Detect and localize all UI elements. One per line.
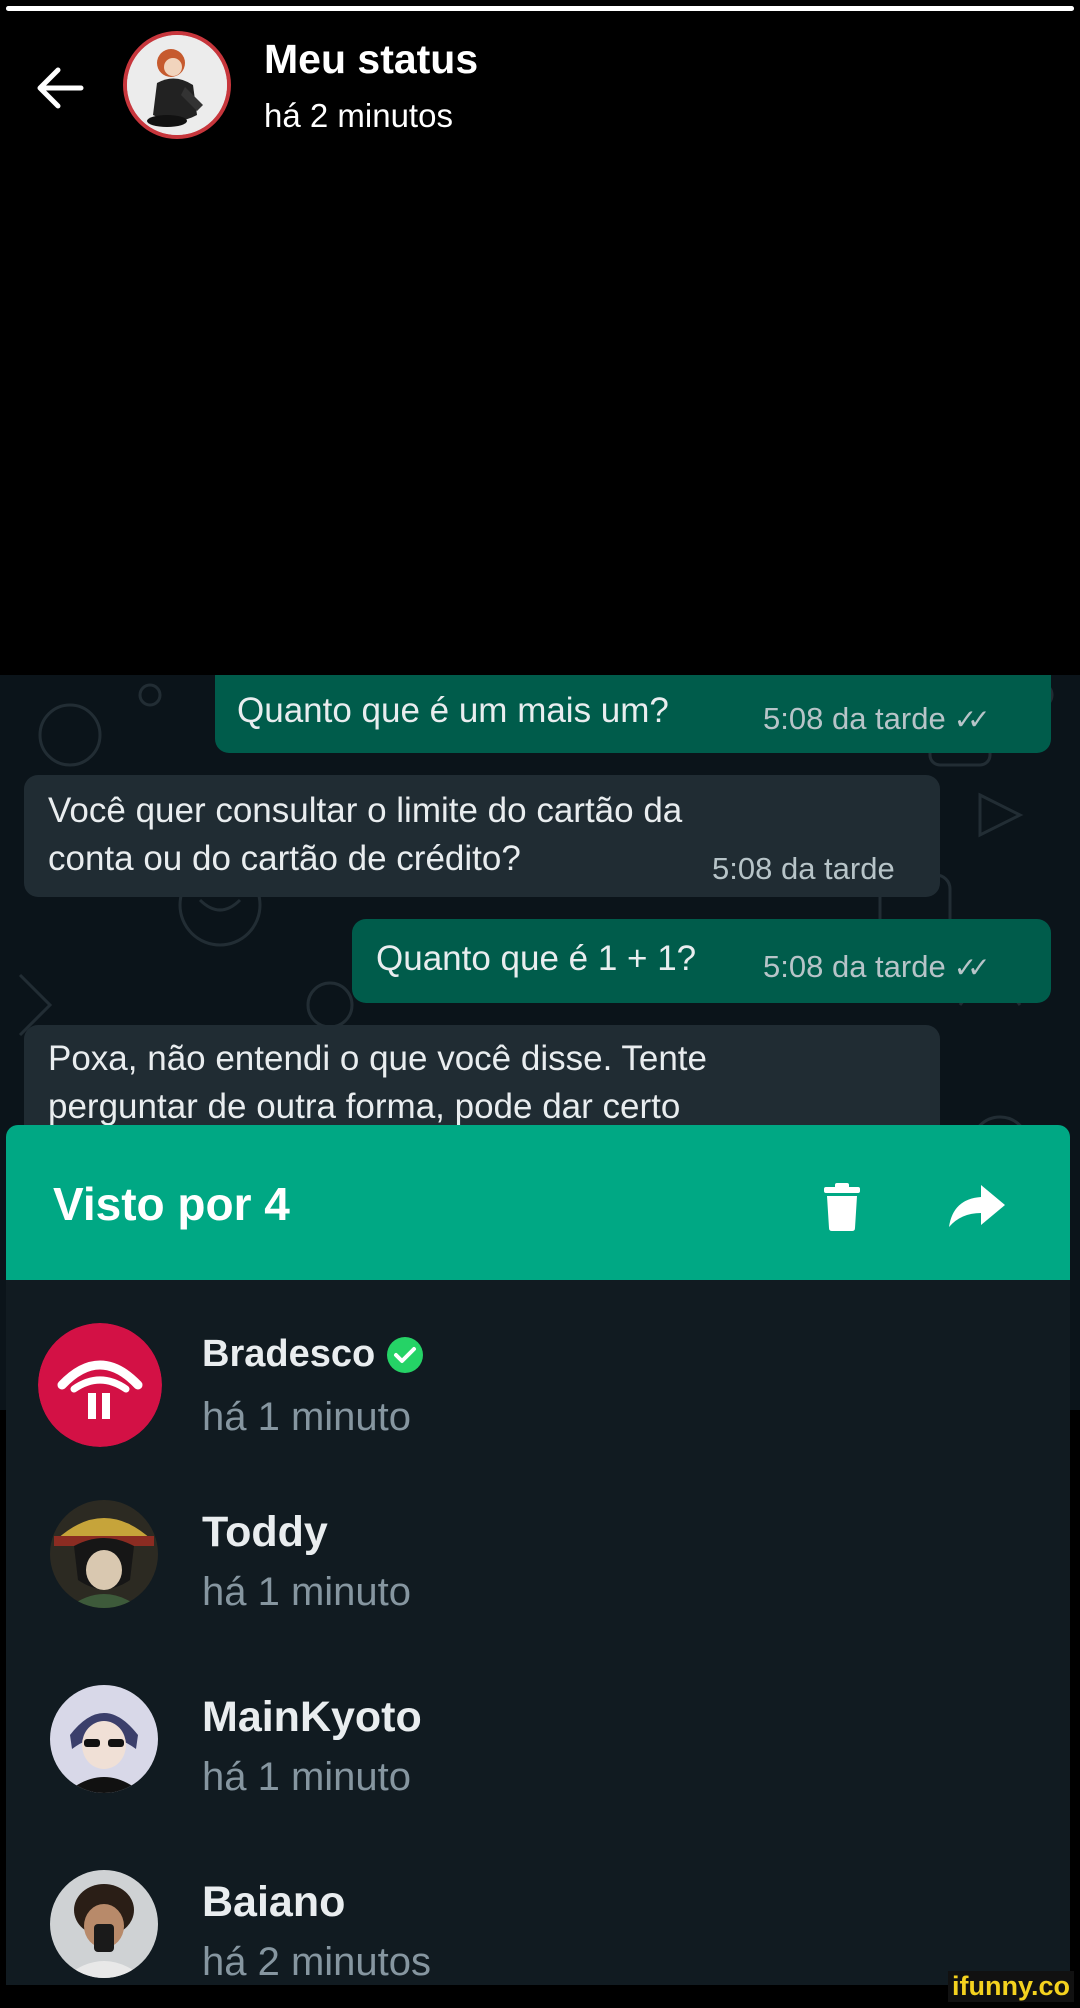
message-time: 5:08 da tarde: [712, 851, 895, 886]
viewer-avatar-bradesco: [38, 1323, 162, 1447]
message-time: 5:08 da tarde: [763, 949, 946, 984]
trash-icon: [824, 1183, 860, 1231]
viewer-row[interactable]: MainKyoto há 1 minuto: [6, 1655, 1070, 1835]
bradesco-logo-icon: [38, 1323, 162, 1447]
message-text-line2: conta ou do cartão de crédito?: [48, 839, 521, 878]
status-title: Meu status: [264, 36, 479, 82]
viewer-name-text: Bradesco: [202, 1333, 376, 1375]
share-arrow-icon: [949, 1185, 1005, 1227]
viewer-name: Baiano: [202, 1878, 346, 1926]
read-ticks-icon: ✓✓: [953, 952, 991, 983]
message-text: Quanto que é 1 + 1?: [376, 939, 697, 978]
viewers-count-title: Visto por 4: [53, 1178, 290, 1230]
viewer-row[interactable]: Baiano há 2 minutos: [6, 1840, 1070, 1985]
message-meta: 5:08 da tarde ✓✓: [763, 695, 991, 744]
viewer-time: há 1 minuto: [202, 1395, 412, 1439]
viewer-row[interactable]: Bradesco há 1 minuto: [6, 1285, 1070, 1465]
message-text: Quanto que é um mais um?: [237, 691, 669, 730]
read-ticks-icon: ✓✓: [953, 704, 991, 735]
message-text-line1: Poxa, não entendi o que você disse. Tent…: [48, 1039, 708, 1078]
message-time: 5:08 da tarde: [763, 701, 946, 736]
status-header: Meu status há 2 minutos: [0, 0, 1080, 150]
viewer-name: MainKyoto: [202, 1693, 422, 1741]
viewer-avatar-baiano: [50, 1870, 158, 1978]
message-text-line1: Você quer consultar o limite do cartão d…: [48, 791, 683, 830]
status-timestamp: há 2 minutos: [264, 97, 453, 134]
viewers-sheet: Visto por 4 Bradesco há 1 minuto Toddy h…: [6, 1125, 1070, 1985]
toddy-avatar-illustration: [50, 1500, 158, 1608]
viewer-time: há 1 minuto: [202, 1755, 412, 1799]
viewer-name: Bradesco: [202, 1333, 425, 1376]
avatar-illustration: [127, 35, 227, 135]
arrow-left-icon: [37, 67, 84, 109]
baiano-avatar-photo: [50, 1870, 158, 1978]
verified-badge-icon: [387, 1336, 424, 1373]
viewer-avatar-mainkyoto: [50, 1685, 158, 1793]
ifunny-watermark: ifunny.co: [948, 1971, 1074, 2002]
viewer-time: há 1 minuto: [202, 1570, 412, 1614]
viewers-sheet-header: Visto por 4: [6, 1125, 1070, 1280]
back-button[interactable]: [20, 48, 100, 128]
viewer-avatar-toddy: [50, 1500, 158, 1608]
message-outgoing: Quanto que é um mais um? 5:08 da tarde ✓✓: [215, 675, 1051, 753]
message-incoming: Você quer consultar o limite do cartão d…: [24, 775, 940, 897]
message-outgoing: Quanto que é 1 + 1? 5:08 da tarde ✓✓: [352, 919, 1051, 1003]
viewer-name: Toddy: [202, 1508, 328, 1556]
viewer-time: há 2 minutos: [202, 1940, 432, 1984]
viewer-row[interactable]: Toddy há 1 minuto: [6, 1470, 1070, 1650]
my-avatar[interactable]: [123, 31, 231, 139]
message-meta: 5:08 da tarde ✓✓: [763, 943, 991, 992]
delete-button[interactable]: [800, 1165, 884, 1249]
forward-button[interactable]: [934, 1165, 1018, 1249]
mainkyoto-avatar-illustration: [50, 1685, 158, 1793]
message-text-line2: perguntar de outra forma, pode dar certo: [48, 1087, 681, 1126]
